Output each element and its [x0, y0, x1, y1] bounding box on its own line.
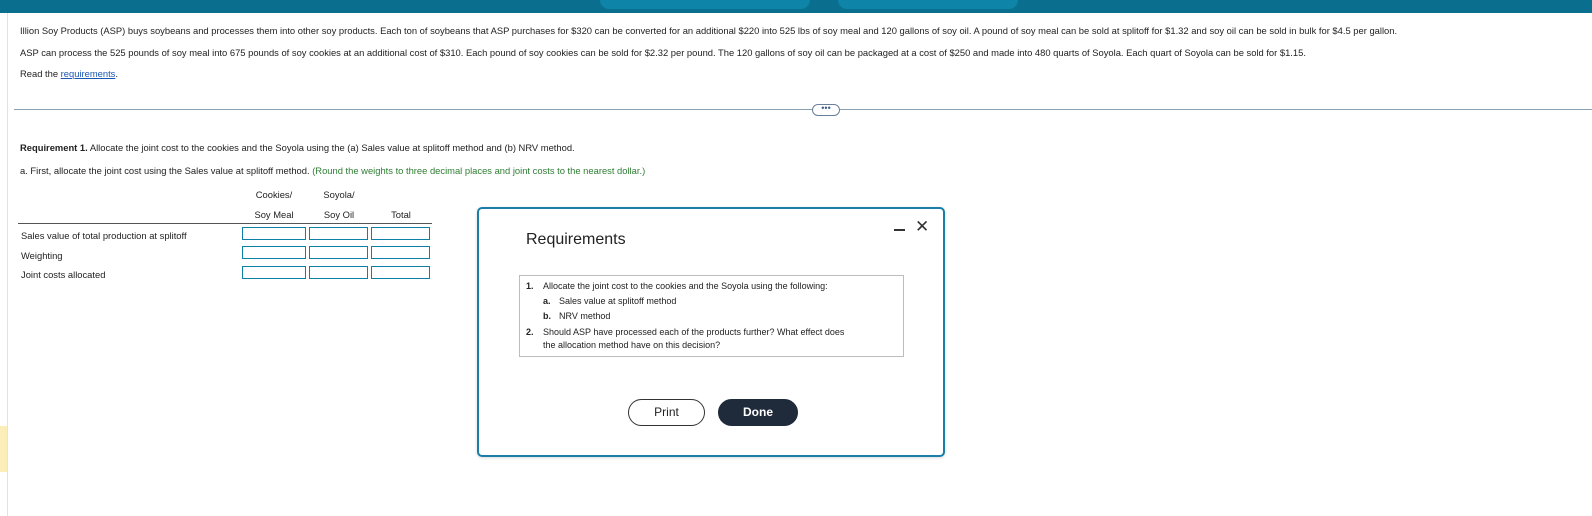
req-item-text-continued: the allocation method have on this decis…: [543, 340, 721, 350]
intro-line-1: Illion Soy Products (ASP) buys soybeans …: [20, 25, 1398, 36]
col-header-soyola-line2: Soy Oil: [323, 209, 355, 220]
read-suffix: .: [115, 68, 118, 79]
row-label-joint-costs: Joint costs allocated: [21, 269, 106, 280]
intro-line-2: ASP can process the 525 pounds of soy me…: [20, 47, 1306, 58]
weighting-total-input[interactable]: [371, 246, 430, 259]
col-header-cookies-line1: Cookies/: [255, 189, 293, 200]
read-requirements: Read the requirements.: [20, 68, 118, 79]
read-prefix: Read the: [20, 68, 61, 79]
close-icon[interactable]: ✕: [915, 218, 929, 235]
weighting-cookies-input[interactable]: [242, 246, 306, 259]
col-header-cookies-line2: Soy Meal: [254, 209, 294, 220]
req-item-number: 1.: [526, 281, 534, 291]
section-divider: [14, 109, 1592, 110]
row-label-sales-value: Sales value of total production at split…: [21, 230, 187, 241]
joint-costs-total-input[interactable]: [371, 266, 430, 279]
requirements-modal: Requirements ✕ 1. Allocate the joint cos…: [477, 207, 945, 457]
top-bar-segment: [600, 0, 810, 9]
requirements-list: 1. Allocate the joint cost to the cookie…: [519, 275, 904, 357]
requirement-1-label: Requirement 1.: [20, 142, 88, 153]
req-subitem-letter: b.: [543, 311, 551, 321]
row-label-weighting: Weighting: [21, 250, 63, 261]
req-item-text: Allocate the joint cost to the cookies a…: [543, 281, 828, 291]
sales-value-total-input[interactable]: [371, 227, 430, 240]
req-subitem-letter: a.: [543, 296, 551, 306]
req-item-number: 2.: [526, 327, 534, 337]
req-item-text: Should ASP have processed each of the pr…: [543, 327, 845, 337]
requirement-1-body: Allocate the joint cost to the cookies a…: [87, 142, 575, 153]
sales-value-soyola-input[interactable]: [309, 227, 368, 240]
done-button[interactable]: Done: [718, 399, 798, 426]
joint-costs-cookies-input[interactable]: [242, 266, 306, 279]
sales-value-cookies-input[interactable]: [242, 227, 306, 240]
print-button[interactable]: Print: [628, 399, 705, 426]
modal-title: Requirements: [526, 231, 626, 248]
part-a-hint: (Round the weights to three decimal plac…: [312, 165, 646, 176]
requirement-1-text: Requirement 1. Allocate the joint cost t…: [20, 142, 575, 153]
part-a-instruction: a. First, allocate the joint cost using …: [20, 165, 313, 176]
requirements-link[interactable]: requirements: [61, 68, 116, 79]
weighting-soyola-input[interactable]: [309, 246, 368, 259]
req-subitem-text: Sales value at splitoff method: [559, 296, 677, 306]
side-tab[interactable]: [0, 426, 7, 472]
col-header-total: Total: [391, 209, 411, 220]
top-bar: [0, 0, 1592, 13]
more-button[interactable]: •••: [812, 104, 840, 116]
header-rule: [18, 223, 432, 224]
joint-costs-soyola-input[interactable]: [309, 266, 368, 279]
part-a-text: a. First, allocate the joint cost using …: [20, 165, 645, 176]
req-subitem-text: NRV method: [559, 311, 611, 321]
top-bar-segment: [838, 0, 1018, 9]
col-header-soyola-line1: Soyola/: [323, 189, 355, 200]
minimize-icon[interactable]: [894, 229, 905, 231]
left-rule: [7, 13, 8, 516]
